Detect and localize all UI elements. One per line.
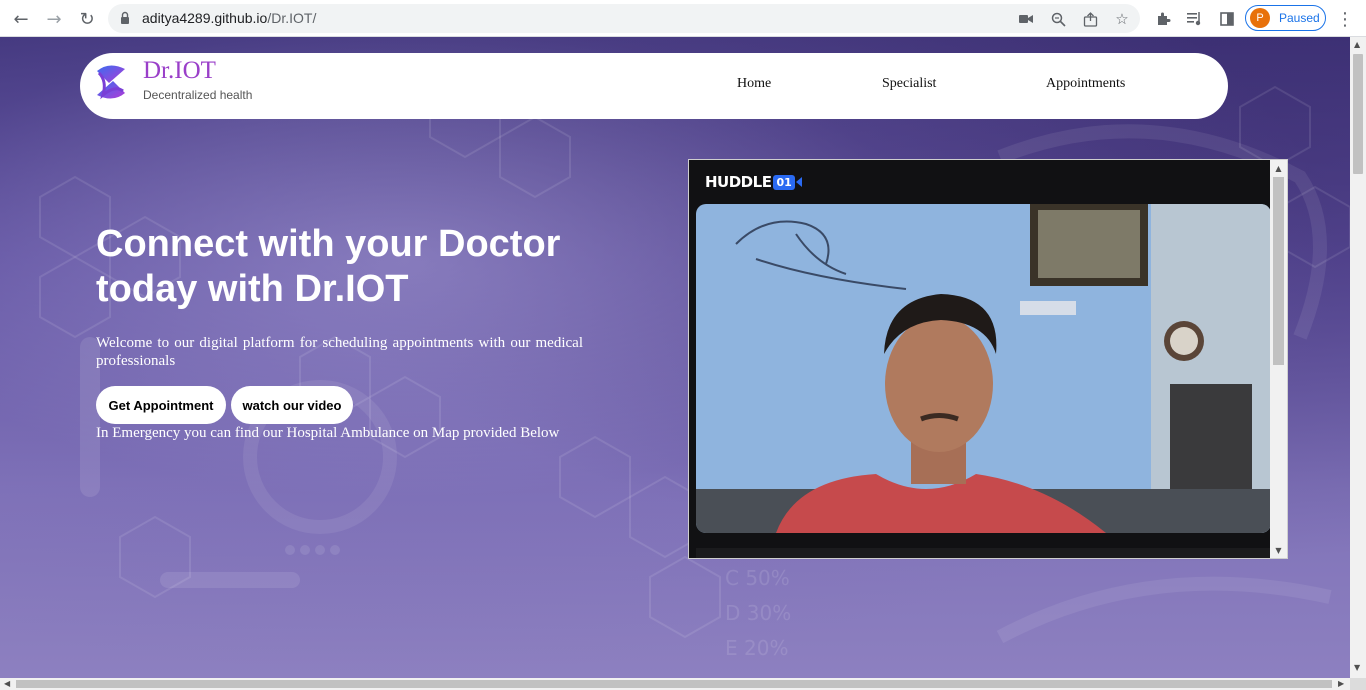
hero-description: Welcome to our digital platform for sche… — [96, 335, 583, 369]
share-icon[interactable] — [1080, 9, 1100, 29]
video-call-embed[interactable]: HUDDLE 01 ▲ ▼ — [688, 159, 1288, 559]
lock-icon — [121, 11, 129, 24]
camera-icon[interactable] — [1016, 9, 1036, 29]
side-panel-icon[interactable] — [1216, 8, 1238, 30]
page-scroll-up-icon[interactable]: ▲ — [1354, 40, 1360, 49]
scroll-down-icon[interactable]: ▼ — [1273, 544, 1284, 556]
embed-scrollbar[interactable]: ▲ ▼ — [1270, 160, 1287, 558]
zoom-icon[interactable] — [1048, 9, 1068, 29]
brand-name[interactable]: Dr.IOT — [143, 57, 216, 85]
url-path: /Dr.IOT/ — [267, 10, 317, 26]
video-controls-bar — [696, 548, 1271, 558]
huddle-logo: HUDDLE 01 — [705, 173, 802, 191]
page-scroll-right-icon[interactable]: ▶ — [1338, 679, 1344, 688]
emergency-text: In Emergency you can find our Hospital A… — [96, 425, 560, 441]
dr-iot-logo-icon[interactable] — [89, 59, 133, 105]
site-navbar: Dr.IOT Decentralized health Home Special… — [80, 53, 1228, 119]
video-camera-icon — [795, 177, 802, 187]
watch-video-button[interactable]: watch our video — [231, 386, 353, 424]
avatar: P — [1250, 8, 1270, 28]
nav-link-specialist[interactable]: Specialist — [882, 76, 936, 92]
page-scroll-down-icon[interactable]: ▼ — [1354, 663, 1360, 672]
profile-status: Paused — [1279, 11, 1320, 25]
embed-scrollbar-thumb[interactable] — [1273, 177, 1284, 365]
url-text[interactable]: aditya4289.github.io/Dr.IOT/ — [142, 10, 316, 26]
scroll-up-icon[interactable]: ▲ — [1273, 162, 1284, 174]
nav-link-appointments[interactable]: Appointments — [1046, 76, 1125, 92]
browser-toolbar: ← → ↻ aditya4289.github.io/Dr.IOT/ ☆ P P… — [0, 0, 1366, 37]
huddle-logo-text: HUDDLE — [705, 173, 772, 191]
scrollbar-corner — [1350, 678, 1366, 690]
huddle-logo-number: 01 — [773, 174, 795, 190]
webcam-video-feed — [696, 204, 1271, 533]
media-queue-icon[interactable] — [1184, 8, 1206, 30]
menu-kebab-icon[interactable]: ⋮ — [1334, 8, 1356, 30]
extensions-icon[interactable] — [1152, 8, 1174, 30]
page-horizontal-scrollbar[interactable]: ◀ ▶ — [0, 678, 1350, 690]
page-vertical-scrollbar[interactable]: ▲ ▼ — [1350, 37, 1366, 678]
bookmark-star-icon[interactable]: ☆ — [1112, 9, 1132, 29]
back-arrow-icon[interactable]: ← — [10, 8, 32, 30]
reload-icon[interactable]: ↻ — [76, 8, 98, 30]
get-appointment-button[interactable]: Get Appointment — [96, 386, 226, 424]
page-viewport: C 50% D 30% E 20% Dr.IOT Decentralized h… — [0, 37, 1350, 678]
profile-button[interactable]: P Paused — [1245, 5, 1326, 31]
nav-link-home[interactable]: Home — [737, 76, 771, 92]
url-host: aditya4289.github.io — [142, 10, 268, 26]
brand-tagline: Decentralized health — [143, 88, 253, 102]
page-hscrollbar-thumb[interactable] — [16, 680, 1332, 688]
svg-text:E 20%: E 20% — [725, 636, 788, 660]
page-scrollbar-thumb[interactable] — [1353, 54, 1363, 174]
hero-title: Connect with your Doctor today with Dr.I… — [96, 223, 561, 310]
svg-text:C 50%: C 50% — [725, 566, 790, 590]
svg-text:D 30%: D 30% — [725, 601, 791, 625]
page-scroll-left-icon[interactable]: ◀ — [4, 679, 10, 688]
forward-arrow-icon[interactable]: → — [43, 8, 65, 30]
address-bar[interactable]: aditya4289.github.io/Dr.IOT/ ☆ — [108, 4, 1140, 33]
